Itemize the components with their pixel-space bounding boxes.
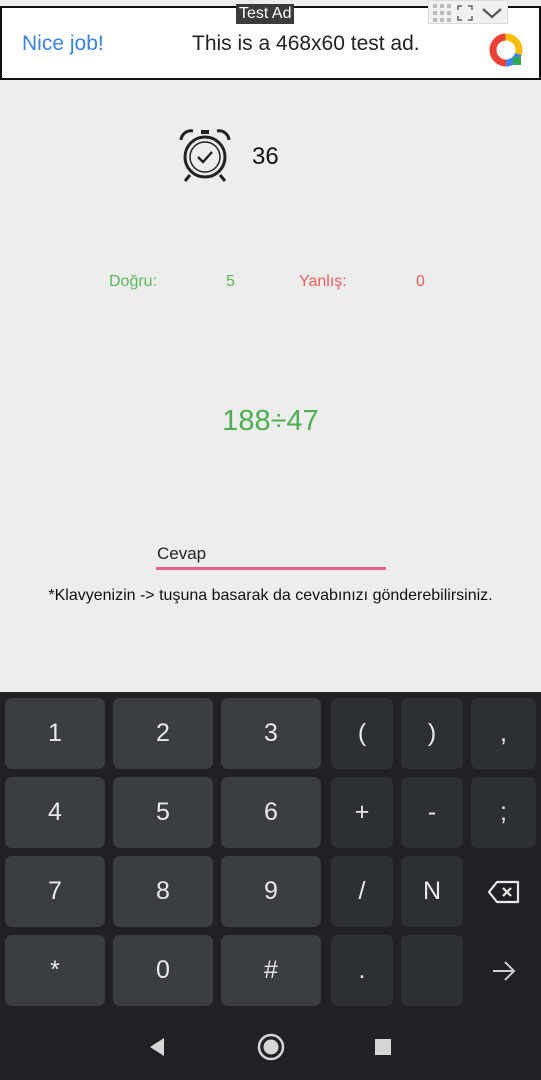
key-comma[interactable]: ,: [471, 698, 536, 769]
ad-center-text[interactable]: This is a 468x60 test ad.: [192, 32, 420, 56]
key-space[interactable]: [401, 935, 463, 1006]
timer-value: 36: [252, 143, 279, 170]
ad-controls[interactable]: [428, 0, 508, 24]
key-2[interactable]: 2: [113, 698, 213, 769]
key-minus[interactable]: -: [401, 777, 463, 848]
key-1[interactable]: 1: [5, 698, 105, 769]
backspace-icon: [487, 880, 519, 903]
key-plus[interactable]: +: [331, 777, 393, 848]
home-circle-icon: [257, 1033, 285, 1061]
key-9[interactable]: 9: [221, 856, 321, 927]
key-n[interactable]: N: [401, 856, 463, 927]
key-6[interactable]: 6: [221, 777, 321, 848]
ad-left-text[interactable]: Nice job!: [22, 32, 104, 56]
key-enter[interactable]: [471, 935, 536, 1006]
app-screen: Nice job! This is a 468x60 test ad. Test…: [0, 0, 541, 1080]
system-navbar: [0, 1012, 541, 1080]
ad-chevron-down-icon[interactable]: [481, 5, 503, 21]
back-triangle-icon: [150, 1038, 164, 1056]
key-hash[interactable]: #: [221, 935, 321, 1006]
key-open-paren[interactable]: (: [331, 698, 393, 769]
nav-recents-button[interactable]: [368, 1032, 398, 1062]
key-3[interactable]: 3: [221, 698, 321, 769]
key-asterisk[interactable]: *: [5, 935, 105, 1006]
key-close-paren[interactable]: ): [401, 698, 463, 769]
key-semicolon[interactable]: ;: [471, 777, 536, 848]
recents-square-icon: [375, 1039, 391, 1055]
enter-arrow-icon: [492, 960, 515, 981]
ad-expand-icon[interactable]: [457, 5, 473, 21]
question-text: 188÷47: [222, 405, 319, 437]
key-0[interactable]: 0: [113, 935, 213, 1006]
hint-text: *Klavyenizin -> tuşuna basarak da cevabı…: [48, 587, 493, 604]
ad-grid-icon[interactable]: [432, 3, 452, 23]
ad-tag: Test Ad: [236, 4, 295, 24]
key-4[interactable]: 4: [5, 777, 105, 848]
wrong-count: 0: [416, 273, 425, 290]
ad-logo-icon[interactable]: [486, 30, 526, 70]
key-period[interactable]: .: [331, 935, 393, 1006]
key-backspace[interactable]: [471, 856, 536, 927]
key-8[interactable]: 8: [113, 856, 213, 927]
answer-input[interactable]: [156, 540, 386, 570]
nav-home-button[interactable]: [256, 1032, 286, 1062]
wrong-label: Yanlış:: [299, 273, 347, 290]
alarm-clock-icon: [179, 129, 231, 182]
key-7[interactable]: 7: [5, 856, 105, 927]
correct-label: Doğru:: [109, 273, 158, 290]
correct-count: 5: [226, 273, 235, 290]
key-5[interactable]: 5: [113, 777, 213, 848]
key-slash[interactable]: /: [331, 856, 393, 927]
numeric-keyboard: 1 2 3 ( ) , 4 5 6 + - ; 7 8 9 / N * 0 # …: [0, 692, 541, 1012]
nav-back-button[interactable]: [142, 1032, 172, 1062]
